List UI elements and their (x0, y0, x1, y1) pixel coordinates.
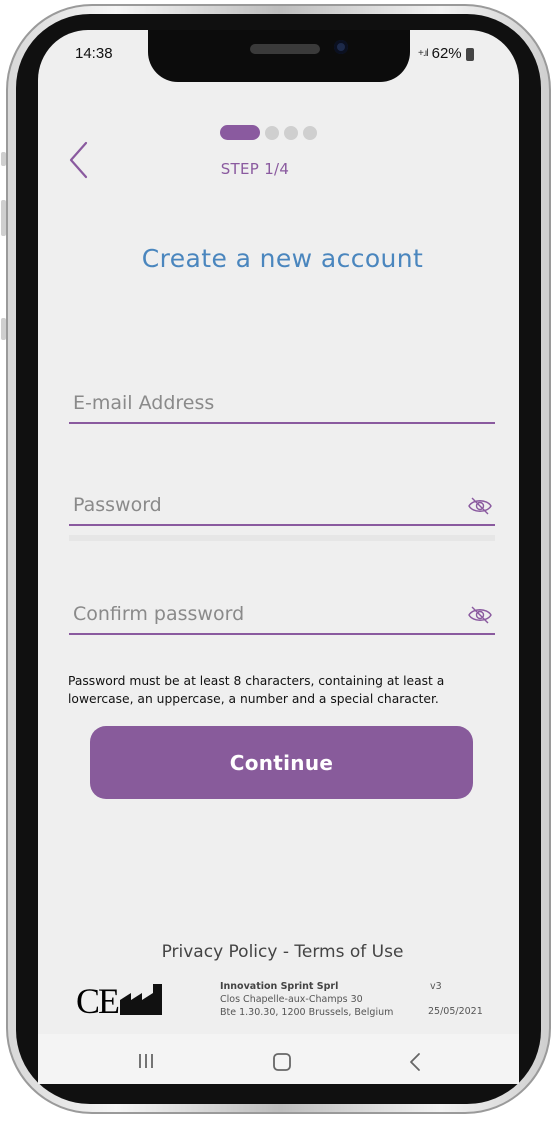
version-label: v3 (430, 981, 442, 992)
nav-back-button[interactable] (408, 1052, 422, 1076)
password-hint: Password must be at least 8 characters, … (68, 674, 445, 706)
volume-down-button (1, 318, 6, 340)
link-separator: - (282, 942, 289, 962)
battery-level: 62% (431, 45, 462, 62)
email-field-wrapper (69, 384, 495, 424)
eye-off-icon[interactable] (467, 605, 493, 625)
company-address-line1: Clos Chapelle-aux-Champs 30 (220, 994, 363, 1005)
password-input[interactable] (69, 486, 495, 524)
screen (38, 30, 519, 1084)
chevron-left-icon (69, 141, 88, 179)
home-icon (273, 1053, 291, 1071)
recents-icon (139, 1054, 153, 1068)
field-separator (69, 535, 495, 541)
back-button[interactable] (66, 140, 92, 180)
legal-links: Privacy Policy - Terms of Use (60, 942, 505, 962)
step-label: STEP 1/4 (220, 160, 290, 178)
camera (334, 40, 348, 54)
terms-of-use-link[interactable]: Terms of Use (294, 942, 403, 962)
password-field-wrapper (69, 486, 495, 526)
step-dot (265, 125, 279, 140)
status-time: 14:38 (75, 45, 113, 62)
home-button[interactable] (272, 1052, 292, 1076)
email-input[interactable] (69, 384, 495, 422)
speaker (250, 44, 320, 54)
page-title: Create a new account (141, 244, 424, 273)
step-indicator (220, 125, 317, 140)
confirm-password-input[interactable] (69, 595, 495, 633)
battery-icon (465, 48, 474, 61)
continue-button[interactable]: Continue (90, 726, 473, 799)
notch (148, 30, 410, 82)
signal-icon: +.ıl (418, 48, 429, 59)
company-name: Innovation Sprint Sprl (220, 981, 339, 992)
eye-off-icon[interactable] (467, 496, 493, 516)
status-right: +.ıl 62% (418, 45, 474, 62)
side-button (1, 152, 6, 166)
ce-mark: CE (76, 981, 120, 1021)
back-icon (410, 1053, 420, 1071)
company-info: Innovation Sprint Sprl Clos Chapelle-aux… (220, 980, 393, 1019)
manufacturer-icon (120, 984, 162, 1015)
step-dot (284, 125, 298, 140)
volume-up-button (1, 200, 6, 236)
step-dot (303, 125, 317, 140)
privacy-policy-link[interactable]: Privacy Policy (162, 942, 278, 962)
release-date: 25/05/2021 (428, 1006, 483, 1017)
confirm-password-field-wrapper (69, 595, 495, 635)
step-dot-active (220, 125, 260, 140)
recents-button[interactable] (136, 1052, 156, 1074)
company-address-line2: Bte 1.30.30, 1200 Brussels, Belgium (220, 1007, 394, 1018)
